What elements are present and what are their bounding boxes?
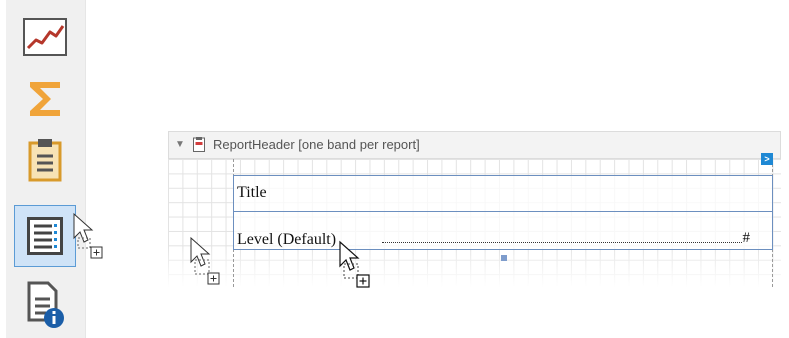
drag-add-cursor-icon-left [190, 236, 220, 285]
band-label: ReportHeader [one band per report] [213, 137, 420, 152]
summary-sigma-icon [30, 82, 60, 116]
chart-tool[interactable] [14, 6, 76, 68]
collapse-arrow-icon[interactable]: ▼ [175, 139, 185, 150]
clipboard-icon [28, 139, 62, 182]
summary-tool[interactable] [14, 68, 76, 130]
report-info-tool[interactable] [14, 274, 76, 336]
toc-title-text: Title [237, 184, 267, 201]
toc-leader-dots [382, 242, 742, 243]
report-info-icon [27, 281, 64, 328]
table-of-contents-control[interactable]: Title Level (Default) # [233, 175, 773, 250]
toolbox-panel [6, 0, 86, 338]
table-of-contents-tool[interactable] [14, 205, 76, 267]
table-of-contents-icon [27, 217, 63, 255]
drag-add-cursor-icon-center [339, 240, 370, 288]
band-icon [193, 137, 205, 152]
toc-level-text: Level (Default) [237, 231, 337, 248]
drag-add-cursor-icon [73, 212, 103, 259]
resize-handle[interactable] [501, 255, 507, 261]
line-chart-icon [23, 18, 67, 56]
report-header-band[interactable]: ▼ ReportHeader [one band per report] [168, 131, 781, 159]
smart-tag-button[interactable]: > [761, 153, 773, 165]
clipboard-tool[interactable] [14, 129, 76, 191]
toc-page-number: # [742, 230, 751, 246]
